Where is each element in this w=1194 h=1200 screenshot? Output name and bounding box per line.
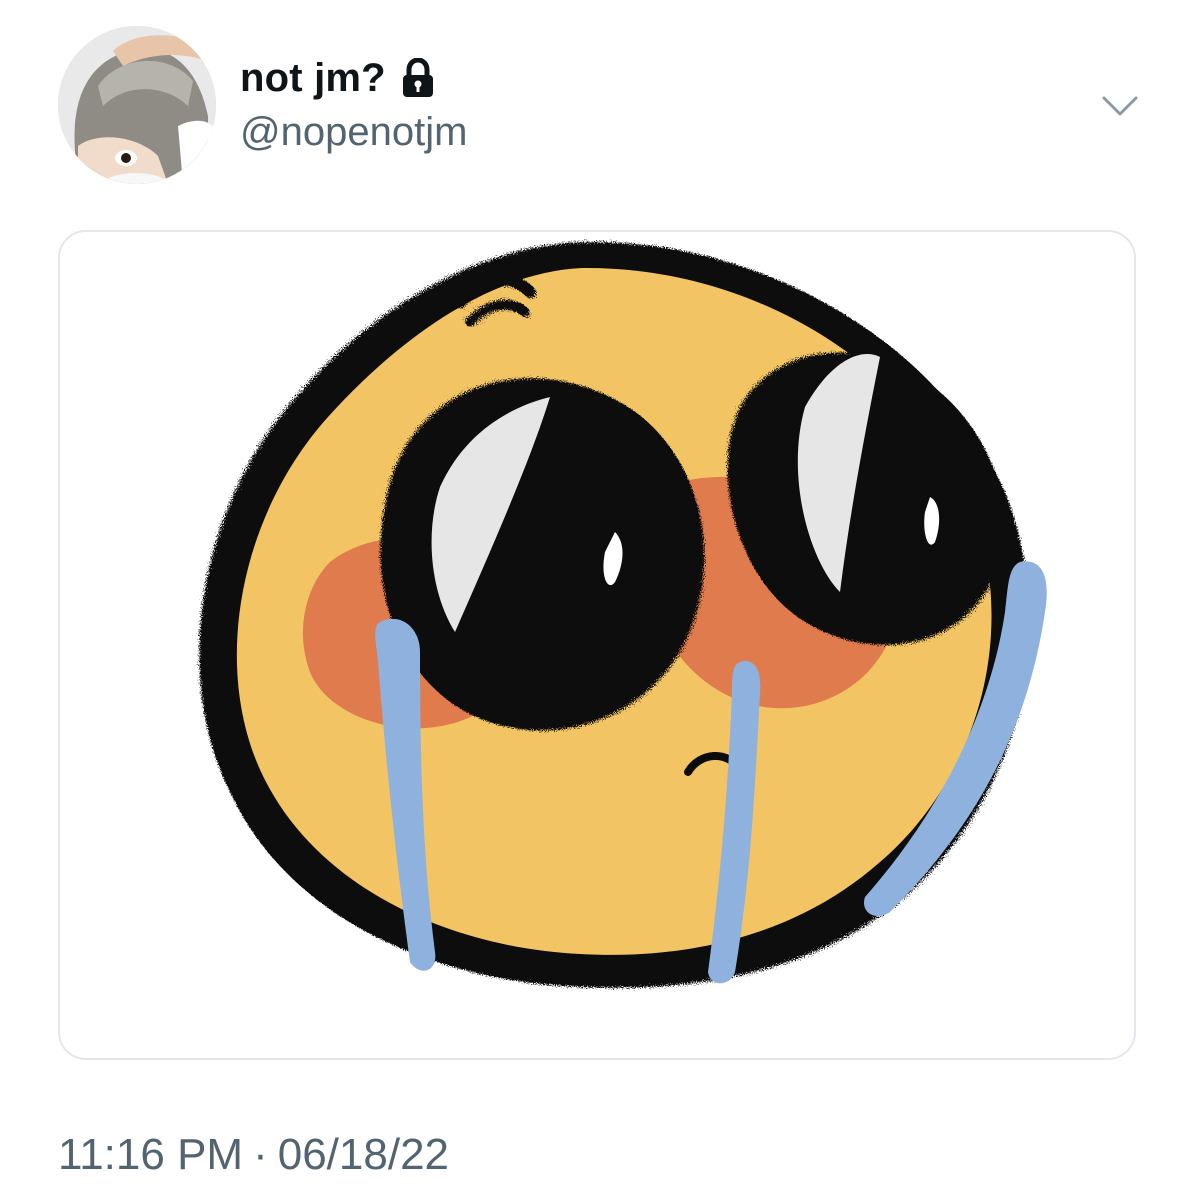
tweet-time: 11:16 PM (58, 1130, 244, 1179)
author-name-row: not jm? (240, 52, 436, 104)
avatar-image (58, 26, 216, 184)
author-handle[interactable]: @nopenotjm (240, 110, 467, 155)
lock-icon (400, 57, 436, 98)
chevron-down-icon[interactable] (1098, 88, 1142, 122)
timestamp-separator: · (253, 1130, 268, 1179)
tweet-header: not jm? @nopenotjm (0, 0, 1194, 200)
crying-emoji-image (60, 232, 1134, 1058)
avatar[interactable] (58, 26, 216, 184)
tweet-media[interactable] (58, 230, 1136, 1060)
display-name[interactable]: not jm? (240, 56, 386, 101)
tweet-date: 06/18/22 (277, 1130, 450, 1179)
tweet-timestamp[interactable]: 11:16 PM · 06/18/22 (58, 1130, 449, 1180)
